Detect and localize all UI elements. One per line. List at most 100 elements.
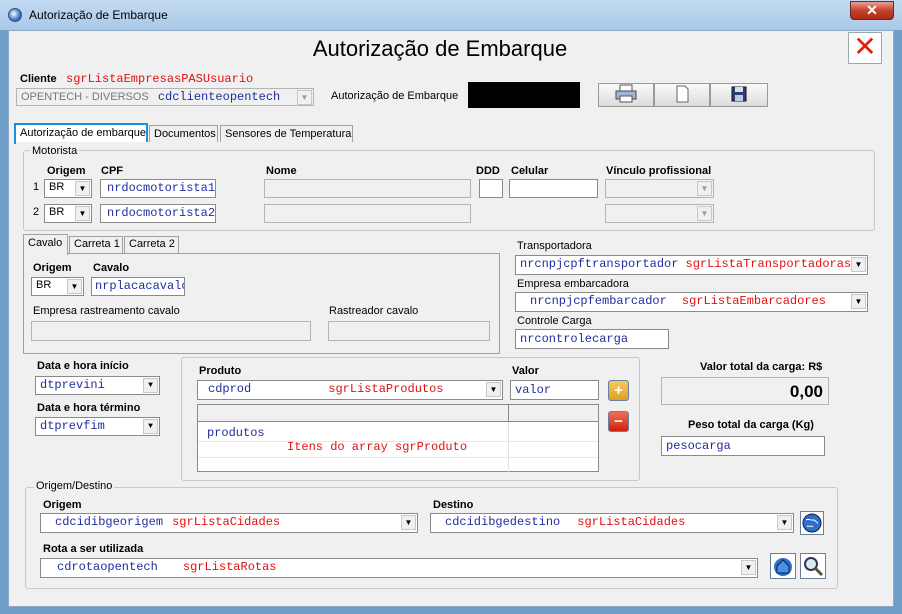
- veiculo-origem-label: Origem: [33, 262, 72, 274]
- chevron-down-icon[interactable]: ▼: [401, 515, 416, 530]
- chevron-down-icon[interactable]: ▼: [741, 560, 756, 575]
- data-inicio-select[interactable]: dtprevini ▼: [35, 376, 160, 395]
- produto-select[interactable]: cdprod sgrListaProdutos ▼: [197, 380, 503, 400]
- print-button[interactable]: [598, 83, 654, 107]
- tab-carreta-2[interactable]: Carreta 2: [124, 236, 179, 253]
- cavalo-placa-input[interactable]: nrplacacavalo: [91, 277, 185, 296]
- rota-label: Rota a ser utilizada: [43, 543, 144, 555]
- tab-autorizacao[interactable]: Autorização de embarque: [14, 123, 148, 144]
- origem-list-ref: sgrListaCidades: [172, 515, 281, 529]
- cliente-code: cdclienteopentech: [157, 90, 281, 104]
- valor-total-label: Valor total da carga: R$: [700, 361, 823, 373]
- destino-label: Destino: [433, 499, 474, 511]
- magnifier-icon: [804, 557, 824, 577]
- valor-label: Valor: [512, 365, 539, 377]
- embarcadora-select[interactable]: nrcnpjcpfembarcador sgrListaEmbarcadores…: [515, 292, 868, 312]
- motorista1-celular-input[interactable]: [509, 179, 598, 198]
- motorista1-cpf-input[interactable]: nrdocmotorista1: [100, 179, 216, 198]
- destino-code: cdcidibgedestino: [445, 515, 561, 529]
- transportadora-label: Transportadora: [517, 240, 592, 252]
- rota-code: cdrotaopentech: [57, 560, 158, 574]
- produto-code: cdprod: [208, 382, 252, 396]
- close-icon[interactable]: ✕: [848, 32, 882, 64]
- controle-carga-input[interactable]: nrcontrolecarga: [515, 329, 669, 349]
- search-route-button[interactable]: [800, 553, 826, 579]
- motorista2-vinculo-select[interactable]: ▼: [605, 204, 714, 223]
- tab-carreta-1[interactable]: Carreta 1: [69, 236, 123, 253]
- tab-cavalo[interactable]: Cavalo: [23, 234, 68, 255]
- chevron-down-icon[interactable]: ▼: [75, 206, 90, 221]
- grid-row-line: [198, 457, 598, 458]
- embarcadora-label: Empresa embarcadora: [517, 278, 629, 290]
- produtos-grid[interactable]: produtos Itens do array sgrProduto: [197, 404, 599, 472]
- destino-select[interactable]: cdcidibgedestino sgrListaCidades ▼: [430, 513, 794, 533]
- chevron-down-icon[interactable]: ▼: [851, 294, 866, 309]
- motorista-cpf-header: CPF: [101, 165, 123, 177]
- motorista1-ddd-input[interactable]: [479, 179, 503, 198]
- empresa-rastreamento-label: Empresa rastreamento cavalo: [33, 305, 180, 317]
- chevron-down-icon[interactable]: ▼: [75, 181, 90, 196]
- motorista-celular-header: Celular: [511, 165, 549, 177]
- motorista-origem-header: Origem: [47, 165, 86, 177]
- window-close-button[interactable]: ✕: [850, 1, 894, 20]
- motorista2-origem-select[interactable]: BR ▼: [44, 204, 92, 223]
- autorizacao-number-field[interactable]: [468, 82, 580, 108]
- data-inicio-label: Data e hora início: [37, 360, 129, 372]
- minus-icon[interactable]: −: [608, 411, 629, 432]
- veiculo-origem-select[interactable]: BR ▼: [31, 277, 84, 296]
- rastreador-label: Rastreador cavalo: [329, 305, 419, 317]
- origem-select[interactable]: cdcidibgeorigem sgrListaCidades ▼: [40, 513, 418, 533]
- chevron-down-icon[interactable]: ▼: [851, 257, 866, 272]
- cliente-select[interactable]: OPENTECH - DIVERSOS cdclienteopentech ▼: [16, 88, 314, 106]
- chevron-down-icon[interactable]: ▼: [697, 181, 712, 196]
- motorista1-vinculo-select[interactable]: ▼: [605, 179, 714, 198]
- cavalo-label: Cavalo: [93, 262, 130, 274]
- produtos-grid-header: [198, 405, 598, 422]
- produto-label: Produto: [199, 365, 242, 377]
- chevron-down-icon[interactable]: ▼: [143, 419, 158, 434]
- rota-select[interactable]: cdrotaopentech sgrListaRotas ▼: [40, 558, 758, 578]
- motorista2-cpf-input[interactable]: nrdocmotorista2: [100, 204, 216, 223]
- motorista-row-index: 1: [33, 181, 40, 193]
- save-button[interactable]: [710, 83, 768, 107]
- map-globe-button[interactable]: [800, 511, 824, 535]
- transportadora-select[interactable]: nrcnpjcpftransportador sgrListaTransport…: [515, 255, 868, 275]
- transportadora-list-ref: sgrListaTransportadoras: [685, 257, 852, 271]
- chevron-down-icon[interactable]: ▼: [777, 515, 792, 530]
- embarcadora-code: nrcnpjcpfembarcador: [530, 294, 667, 308]
- motorista-nome-header: Nome: [266, 165, 297, 177]
- route-map-button[interactable]: [770, 553, 796, 579]
- produto-list-ref: sgrListaProdutos: [328, 382, 444, 396]
- motorista-vinculo-header: Vínculo profissional: [606, 165, 712, 177]
- data-termino-select[interactable]: dtprevfim ▼: [35, 417, 160, 436]
- plus-icon[interactable]: +: [608, 380, 629, 401]
- autorizacao-label: Autorização de Embarque: [331, 90, 459, 102]
- chevron-down-icon[interactable]: ▼: [67, 279, 82, 294]
- data-termino-value: dtprevfim: [40, 419, 105, 433]
- peso-total-input[interactable]: pesocarga: [661, 436, 825, 456]
- motorista1-nome-input[interactable]: [264, 179, 471, 198]
- data-inicio-value: dtprevini: [40, 378, 105, 392]
- rastreador-input[interactable]: [328, 321, 490, 341]
- chevron-down-icon[interactable]: ▼: [297, 90, 312, 105]
- chevron-down-icon[interactable]: ▼: [697, 206, 712, 221]
- globe-icon: [802, 513, 822, 533]
- chevron-down-icon[interactable]: ▼: [143, 378, 158, 393]
- motorista2-nome-input[interactable]: [264, 204, 471, 223]
- embarcadora-list-ref: sgrListaEmbarcadores: [681, 294, 826, 308]
- empresa-rastreamento-input[interactable]: [31, 321, 311, 341]
- app-globe-icon: [8, 8, 22, 22]
- peso-total-label: Peso total da carga (Kg): [688, 419, 814, 431]
- cliente-list-ref: sgrListaEmpresasPASUsuario: [66, 72, 254, 86]
- chevron-down-icon[interactable]: ▼: [486, 382, 501, 397]
- motorista1-origem-select[interactable]: BR ▼: [44, 179, 92, 198]
- valor-input[interactable]: valor: [510, 380, 599, 400]
- motorista-ddd-header: DDD: [476, 165, 500, 177]
- new-document-icon: [676, 85, 689, 103]
- new-document-button[interactable]: [654, 83, 710, 107]
- page-title: Autorização de Embarque: [312, 36, 568, 61]
- produtos-grid-text: produtos: [207, 426, 265, 440]
- motorista-row-index: 2: [33, 206, 40, 218]
- origem-destino-group-label: Origem/Destino: [34, 480, 115, 492]
- controle-carga-label: Controle Carga: [517, 315, 592, 327]
